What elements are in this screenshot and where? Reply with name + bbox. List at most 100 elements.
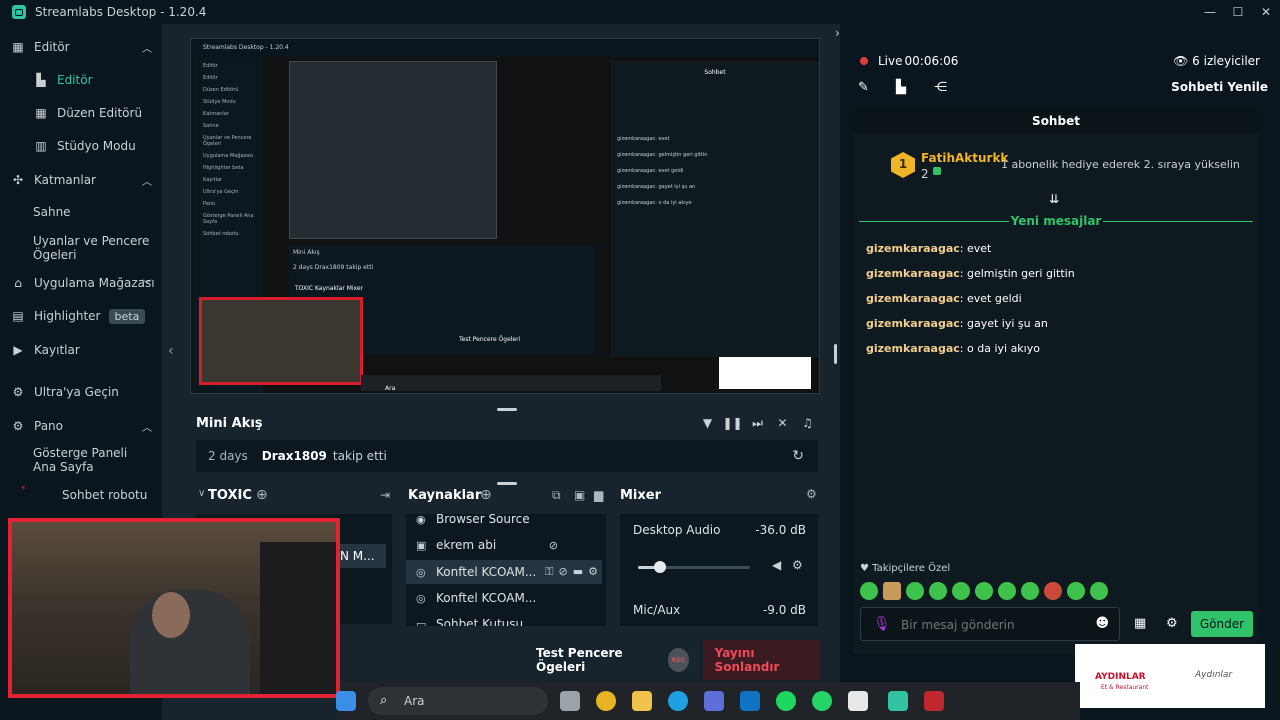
file-explorer-icon[interactable] (632, 691, 652, 711)
windows-start-icon[interactable] (336, 691, 356, 711)
source-item[interactable]: ◎ Konftel KCOAM... (406, 586, 602, 610)
minimize-button[interactable]: — (1196, 0, 1224, 24)
scene-transitions-icon[interactable]: ⇥ (380, 488, 390, 502)
nav-app-store[interactable]: ⌂ Uygulama Mağazası ﹀ (10, 275, 160, 291)
pause-icon[interactable]: ❚❚ (720, 416, 745, 431)
chat-username[interactable]: gizemkaraagac (866, 342, 960, 355)
emote-icon[interactable] (1021, 582, 1039, 600)
outlook-icon[interactable] (740, 691, 760, 711)
chevron-down-icon: ﹀ (142, 279, 152, 291)
microphone-icon[interactable]: 🎙 (873, 616, 891, 632)
volume-icon[interactable]: ♫ (795, 416, 820, 431)
record-button[interactable]: REC (668, 648, 689, 672)
taskbar-search[interactable]: ⌕ Ara (368, 687, 548, 715)
mixer-channel-name: Desktop Audio (633, 523, 721, 537)
source-item[interactable]: ▭ Sohbet Kutusu (406, 612, 602, 626)
nav-studio-mode[interactable]: ▥ Stüdyo Modu (33, 138, 153, 154)
spotify-icon[interactable] (776, 691, 796, 711)
nav-dashboard-home[interactable]: Gösterge Paneli Ana Sayfa (33, 446, 153, 474)
gear-icon[interactable]: ⚙ (1166, 616, 1178, 631)
maximize-button[interactable]: ☐ (1224, 0, 1252, 24)
nav-highlighter[interactable]: ▤ Highlighter beta (10, 308, 160, 324)
nav-recordings[interactable]: ▶ Kayıtlar (10, 342, 160, 358)
add-source-icon[interactable]: ⊕ (480, 487, 492, 503)
nav-alerts[interactable]: Uyanlar ve Pencere Ögeleri (33, 234, 153, 262)
preview-window-title: Streamlabs Desktop - 1.20.4 (191, 39, 819, 57)
edit-stream-icon[interactable]: ✎ (858, 80, 896, 95)
filter-icon[interactable]: ▼ (695, 416, 720, 431)
taskbar: ⌕ Ara (336, 682, 1080, 720)
chat-username[interactable]: gizemkaraagac (866, 317, 960, 330)
collapse-sidebar-icon[interactable]: ‹ (168, 343, 174, 359)
chrome-icon[interactable] (596, 691, 616, 711)
chat-username[interactable]: gizemkaraagac (866, 292, 960, 305)
emote-icon[interactable] (906, 582, 924, 600)
refresh-chat-button[interactable]: Sohbeti Yenile (1171, 80, 1268, 94)
emote-icon[interactable] (860, 582, 878, 600)
chat-message-input[interactable] (901, 614, 1091, 636)
slider-knob[interactable] (654, 561, 667, 573)
source-item[interactable]: ▣ ekrem abi ⊘ (406, 533, 602, 557)
scroll-down-icon[interactable]: ⇊ (1049, 192, 1059, 206)
desktop-audio-slider[interactable] (638, 561, 750, 573)
live-status: Live 00:06:06 👁 6 izleyiciler (860, 54, 1260, 68)
hidden-eye-icon[interactable]: ⊘ (549, 539, 558, 552)
nav-layers[interactable]: ✣ Katmanlar ︿ (10, 172, 160, 188)
gear-icon[interactable]: ⚙ (588, 565, 598, 579)
end-stream-button[interactable]: Yayını Sonlandır (702, 640, 820, 680)
nav-layout-editor[interactable]: ▦ Düzen Editörü (33, 105, 153, 121)
emote-icon[interactable] (1067, 582, 1085, 600)
nav-dashboard[interactable]: ⚙ Pano ︿ (10, 418, 160, 434)
gear-icon[interactable]: ⚙ (792, 558, 803, 572)
nav-chatbot[interactable]: Sohbet robotu (62, 488, 162, 502)
emote-icon[interactable] (1090, 582, 1108, 600)
shop-icon[interactable]: ▦ (1134, 616, 1146, 631)
skip-icon[interactable]: ⏭ (745, 416, 770, 431)
nav-scene[interactable]: Sahne (33, 205, 153, 219)
snipping-tool-icon[interactable] (848, 691, 868, 711)
send-button[interactable]: Gönder (1191, 611, 1253, 637)
task-view-icon[interactable] (560, 691, 580, 711)
copy-icon[interactable]: ⧉ (552, 488, 561, 503)
emote-icon[interactable] (883, 582, 901, 600)
nav-ultra[interactable]: ⚙ Ultra'ya Geçin (10, 384, 160, 400)
trash-icon[interactable]: ▬ (573, 565, 583, 579)
lock-icon[interactable]: ⚿ (545, 565, 553, 579)
edge-icon[interactable] (668, 691, 688, 711)
emote-icon[interactable] (975, 582, 993, 600)
streamlabs-icon[interactable] (888, 691, 908, 711)
chat-username[interactable]: gizemkaraagac (866, 267, 960, 280)
emoji-icon[interactable]: ☻ (1095, 616, 1109, 631)
add-scene-icon[interactable]: ⊕ (256, 487, 268, 503)
media-icon[interactable]: ▙ (896, 80, 934, 95)
test-widgets-button[interactable]: Test Pencere Ögeleri (536, 646, 656, 674)
share-icon[interactable]: ⋲ (934, 80, 972, 95)
nav-editor-sub[interactable]: ▙ Editör (33, 72, 153, 88)
emote-icon[interactable] (1044, 582, 1062, 600)
emote-icon[interactable] (998, 582, 1016, 600)
speaker-icon[interactable]: ◀ (772, 558, 781, 572)
hidden-eye-icon[interactable]: ⊘ (559, 565, 568, 579)
gear-icon[interactable]: ⚙ (806, 487, 817, 501)
chat-username[interactable]: gizemkaraagac (866, 242, 960, 255)
chat-resize-handle[interactable] (834, 344, 837, 364)
close-button[interactable]: ✕ (1252, 0, 1280, 24)
emote-icon[interactable] (952, 582, 970, 600)
replay-icon[interactable]: ↻ (792, 448, 804, 464)
nav-layers-label: Katmanlar (34, 173, 96, 187)
scenes-title: TOXIC (208, 488, 252, 503)
app-icon[interactable] (924, 691, 944, 711)
preview-chat-header: Sohbet (704, 69, 726, 76)
group-icon[interactable]: ▣ (574, 488, 585, 502)
preview-search: Ara (385, 385, 396, 392)
mute-alerts-icon[interactable]: ✕ (770, 416, 795, 431)
source-item[interactable]: ◉ Browser Source (406, 514, 602, 531)
nav-editor[interactable]: ▦ Editör ︿ (10, 39, 160, 55)
chevron-down-icon[interactable]: ∨ (198, 488, 205, 499)
store-icon[interactable] (704, 691, 724, 711)
emote-icon[interactable] (929, 582, 947, 600)
viewer-count-label: 6 izleyiciler (1192, 54, 1260, 68)
whatsapp-icon[interactable] (812, 691, 832, 711)
folder-icon[interactable]: ▆ (594, 488, 603, 502)
source-item[interactable]: ◎ Konftel KCOAM... ⚿ ⊘ ▬ ⚙ (406, 560, 602, 584)
